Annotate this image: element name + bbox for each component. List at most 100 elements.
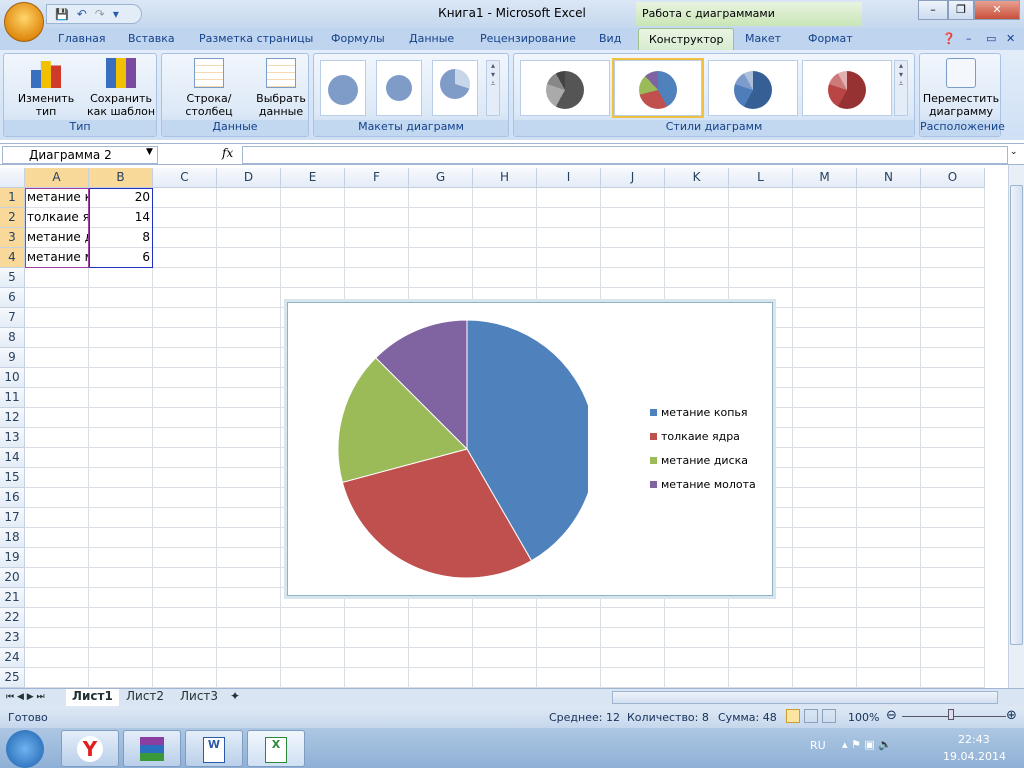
select-data-button[interactable]: Выбрать данные bbox=[254, 58, 308, 118]
normal-view-button[interactable] bbox=[786, 709, 800, 723]
sheet-tab-3[interactable]: Лист3 bbox=[174, 689, 224, 703]
clock-time[interactable]: 22:43 bbox=[958, 733, 990, 746]
column-header[interactable]: I bbox=[537, 168, 601, 188]
cell[interactable] bbox=[921, 528, 985, 548]
row-header[interactable]: 14 bbox=[0, 448, 25, 468]
cell[interactable] bbox=[921, 348, 985, 368]
cell[interactable] bbox=[217, 508, 281, 528]
cell[interactable] bbox=[89, 388, 153, 408]
cell[interactable] bbox=[793, 628, 857, 648]
cell[interactable] bbox=[409, 188, 473, 208]
name-box[interactable]: Диаграмма 2 bbox=[2, 146, 158, 164]
cell[interactable] bbox=[217, 648, 281, 668]
zoom-level[interactable]: 100% bbox=[848, 711, 879, 724]
tab-view[interactable]: Вид bbox=[599, 32, 621, 45]
cell[interactable] bbox=[793, 408, 857, 428]
row-header[interactable]: 22 bbox=[0, 608, 25, 628]
taskbar-yandex-browser[interactable]: Y bbox=[61, 730, 119, 767]
cell[interactable] bbox=[921, 468, 985, 488]
cell[interactable] bbox=[25, 668, 89, 688]
cell[interactable] bbox=[793, 548, 857, 568]
row-header[interactable]: 24 bbox=[0, 648, 25, 668]
cell[interactable] bbox=[217, 228, 281, 248]
cell[interactable] bbox=[793, 428, 857, 448]
cell[interactable] bbox=[153, 508, 217, 528]
cell[interactable] bbox=[25, 588, 89, 608]
cell[interactable] bbox=[921, 248, 985, 268]
cell[interactable] bbox=[409, 248, 473, 268]
cell[interactable] bbox=[153, 488, 217, 508]
cell[interactable] bbox=[793, 488, 857, 508]
cell[interactable] bbox=[89, 648, 153, 668]
row-header[interactable]: 13 bbox=[0, 428, 25, 448]
cell[interactable] bbox=[217, 548, 281, 568]
row-header[interactable]: 20 bbox=[0, 568, 25, 588]
cell[interactable] bbox=[25, 388, 89, 408]
cell[interactable] bbox=[409, 668, 473, 688]
taskbar-word[interactable]: W bbox=[185, 730, 243, 767]
cell[interactable] bbox=[921, 568, 985, 588]
cell[interactable] bbox=[25, 508, 89, 528]
cell[interactable] bbox=[601, 268, 665, 288]
cell[interactable] bbox=[409, 228, 473, 248]
cell[interactable] bbox=[537, 228, 601, 248]
cell[interactable] bbox=[729, 248, 793, 268]
language-indicator[interactable]: RU bbox=[810, 739, 826, 752]
cell[interactable] bbox=[793, 588, 857, 608]
cell[interactable] bbox=[601, 668, 665, 688]
row-header[interactable]: 17 bbox=[0, 508, 25, 528]
taskbar-winrar[interactable] bbox=[123, 730, 181, 767]
cell[interactable] bbox=[857, 208, 921, 228]
cell[interactable] bbox=[89, 288, 153, 308]
tray-icons[interactable]: ▴ ⚑ ▣ 🔈 bbox=[842, 738, 892, 751]
cell[interactable] bbox=[665, 668, 729, 688]
layout-1[interactable] bbox=[320, 60, 366, 116]
zoom-slider-thumb[interactable] bbox=[948, 709, 954, 720]
zoom-in-button[interactable]: ⊕ bbox=[1006, 708, 1017, 723]
row-header[interactable]: 8 bbox=[0, 328, 25, 348]
cell[interactable] bbox=[857, 568, 921, 588]
cell[interactable] bbox=[217, 348, 281, 368]
column-header[interactable]: D bbox=[217, 168, 281, 188]
horizontal-scrollbar[interactable] bbox=[612, 691, 998, 704]
row-header[interactable]: 2 bbox=[0, 208, 25, 228]
row-header[interactable]: 19 bbox=[0, 548, 25, 568]
cell[interactable] bbox=[857, 608, 921, 628]
cell[interactable] bbox=[729, 188, 793, 208]
cell[interactable] bbox=[89, 488, 153, 508]
office-button[interactable] bbox=[4, 2, 44, 42]
insert-function-button[interactable]: fx bbox=[222, 146, 233, 160]
cell[interactable] bbox=[281, 608, 345, 628]
cell[interactable] bbox=[153, 188, 217, 208]
vertical-scrollbar[interactable] bbox=[1008, 165, 1024, 688]
cell[interactable] bbox=[921, 368, 985, 388]
cell[interactable] bbox=[89, 268, 153, 288]
layouts-scroll[interactable]: ▴ ▾ ⩡ bbox=[486, 60, 500, 116]
legend-item[interactable]: метание диска bbox=[650, 454, 748, 467]
legend-item[interactable]: метание молота bbox=[650, 478, 756, 491]
insert-sheet-icon[interactable]: ✦ bbox=[230, 689, 240, 703]
cell[interactable] bbox=[409, 648, 473, 668]
cell[interactable] bbox=[665, 608, 729, 628]
cell[interactable] bbox=[537, 248, 601, 268]
cell[interactable] bbox=[473, 268, 537, 288]
column-header[interactable]: J bbox=[601, 168, 665, 188]
cell[interactable] bbox=[89, 328, 153, 348]
cell[interactable] bbox=[793, 248, 857, 268]
cell[interactable] bbox=[729, 648, 793, 668]
cell[interactable] bbox=[217, 608, 281, 628]
row-header[interactable]: 7 bbox=[0, 308, 25, 328]
cell[interactable] bbox=[89, 608, 153, 628]
cell[interactable] bbox=[217, 208, 281, 228]
cell[interactable] bbox=[665, 208, 729, 228]
column-header[interactable]: M bbox=[793, 168, 857, 188]
cell[interactable] bbox=[217, 568, 281, 588]
row-header[interactable]: 4 bbox=[0, 248, 25, 268]
cell[interactable] bbox=[25, 488, 89, 508]
switch-row-column-button[interactable]: Строка/столбец bbox=[164, 58, 254, 118]
cell[interactable] bbox=[921, 488, 985, 508]
taskbar-excel[interactable]: X bbox=[247, 730, 305, 767]
pie-chart[interactable]: метание копья толкаие ядра метание диска ме… bbox=[284, 299, 776, 599]
cell[interactable] bbox=[153, 608, 217, 628]
cell[interactable] bbox=[217, 668, 281, 688]
